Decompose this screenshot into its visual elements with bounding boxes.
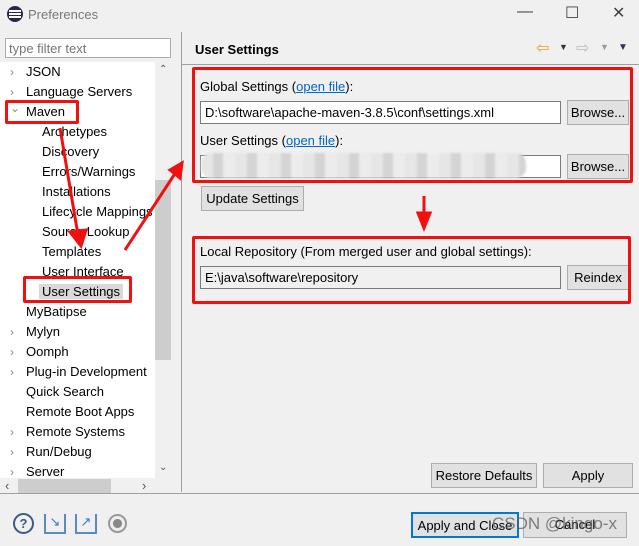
annotation-arrows [58, 127, 433, 251]
watermark: CSDN @kingo-x [492, 514, 617, 533]
